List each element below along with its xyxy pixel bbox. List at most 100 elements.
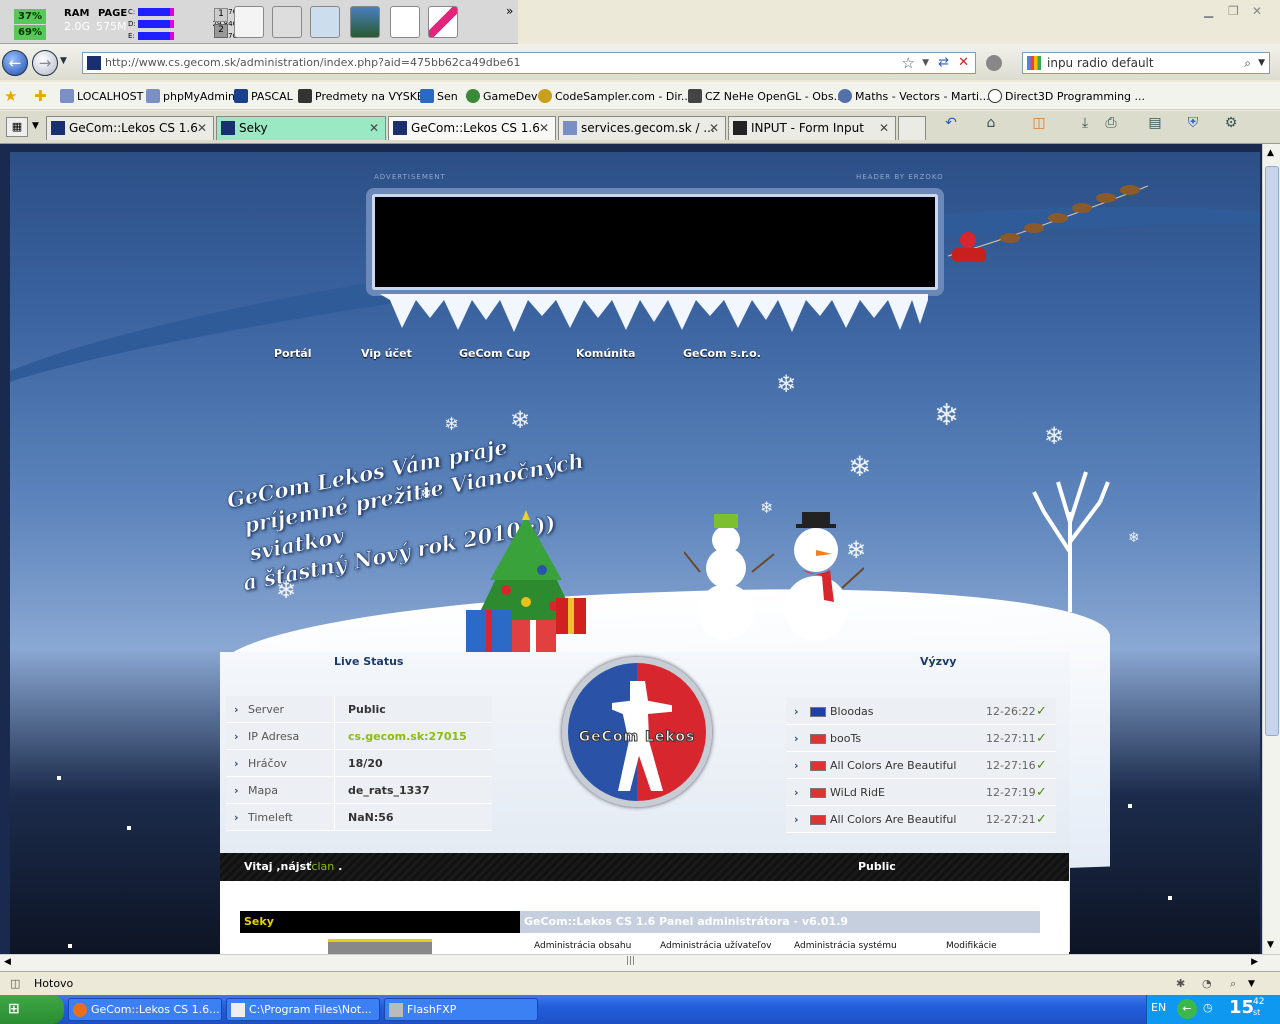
pen-icon[interactable] [428, 6, 458, 38]
tab-services[interactable]: services.gecom.sk / ... ✕ [558, 116, 726, 140]
taskbar-item-notepad[interactable]: C:\Program Files\Not... [226, 998, 380, 1021]
new-tab-button[interactable] [898, 116, 926, 140]
advertisement-label: ADVERTISEMENT [374, 173, 446, 181]
taskbar-item-flashfxp[interactable]: FlashFXP [384, 998, 538, 1021]
tab-input-form[interactable]: INPUT - Form Input ✕ [728, 116, 896, 140]
safety-icon[interactable]: ⛨ [1184, 115, 1202, 133]
status-value[interactable]: cs.gecom.sk:27015 [348, 723, 467, 750]
favorite-link[interactable]: Sen [420, 89, 458, 103]
search-icon[interactable]: ⌕ [1244, 53, 1251, 73]
scroll-up-icon[interactable]: ▲ [1267, 148, 1274, 158]
url-dropdown-icon[interactable]: ▼ [922, 53, 929, 73]
back-button[interactable]: ← [2, 50, 28, 76]
history-dropdown-icon[interactable]: ▼ [60, 56, 67, 66]
vertical-scrollbar[interactable]: ▲ ▼ [1262, 144, 1280, 954]
stop-icon[interactable]: ✕ [958, 53, 969, 73]
home-icon[interactable]: ⌂ [982, 115, 1000, 133]
calculator-icon[interactable] [390, 6, 420, 38]
challenge-row[interactable]: › booTs 12-27:11 ✓ [786, 725, 1056, 752]
quick-tabs-icon[interactable]: ▦ [6, 117, 28, 137]
compatibility-icon[interactable] [986, 55, 1002, 71]
zoom-dropdown-icon[interactable]: ▼ [1248, 972, 1255, 996]
scanner-icon[interactable] [310, 6, 340, 38]
address-bar[interactable]: http://www.cs.gecom.sk/administration/in… [82, 52, 976, 74]
refresh-icon[interactable]: ⇄ [938, 53, 949, 73]
camera-icon[interactable] [272, 6, 302, 38]
taskbar-item-firefox[interactable]: GeCom::Lekos CS 1.6... [68, 998, 222, 1021]
challenge-row[interactable]: › WiLd RidE 12-27:19 ✓ [786, 779, 1056, 806]
welcome-clan-link[interactable]: clan [311, 860, 334, 873]
undo-icon[interactable]: ↶ [942, 115, 960, 133]
desktop-wallpaper-icon[interactable] [350, 6, 380, 38]
favorite-link[interactable]: GameDev [466, 89, 538, 103]
nav-gecom-company[interactable]: GeCom s.r.o. [683, 347, 761, 360]
clock-hour[interactable]: 15 [1229, 997, 1254, 1018]
scroll-down-icon[interactable]: ▼ [1267, 940, 1274, 950]
favorite-link[interactable]: CodeSampler.com - Dir... [538, 89, 691, 103]
minimize-icon[interactable]: ▁ [1204, 4, 1213, 18]
nav-gecom-cup[interactable]: GeCom Cup [459, 347, 530, 360]
nav-portal[interactable]: Portál [274, 347, 312, 360]
favorite-link[interactable]: Maths - Vectors - Marti... [838, 89, 990, 103]
feeds-icon[interactable]: ◫ [1030, 115, 1048, 133]
favorite-link[interactable]: Direct3D Programming ... [988, 89, 1145, 103]
page-icon[interactable]: ▤ [1146, 115, 1164, 133]
nav-community[interactable]: Komúnita [576, 347, 635, 360]
print-icon[interactable]: ⎙ [1102, 115, 1120, 133]
horizontal-scrollbar[interactable]: ◀ ||| ▶ [0, 954, 1280, 971]
tab-gecom-2[interactable]: GeCom::Lekos CS 1.6 ✕ [388, 116, 556, 140]
nav-vip-account[interactable]: Vip účet [361, 347, 412, 360]
favorite-link[interactable]: CZ NeHe OpenGL - Obs... [688, 89, 844, 103]
tray-back-icon[interactable]: ← [1177, 999, 1197, 1019]
tools-gear-icon[interactable]: ⚙ [1222, 115, 1240, 133]
search-input[interactable]: inpu radio default ⌕ ▼ [1022, 52, 1270, 74]
admin-menu-mods[interactable]: Modifikácie [946, 941, 997, 951]
add-favorite-icon[interactable]: ✚ [34, 87, 47, 105]
close-icon[interactable]: ✕ [1252, 4, 1262, 18]
search-dropdown-icon[interactable]: ▼ [1258, 53, 1265, 73]
admin-menu-system[interactable]: Administrácia systému [794, 941, 897, 951]
restore-icon[interactable]: ❐ [1228, 4, 1239, 18]
scroll-grip-icon[interactable]: ||| [626, 956, 635, 966]
tab-close-icon[interactable]: ✕ [709, 117, 719, 139]
challenge-row[interactable]: › All Colors Are Beautiful 12-27:16 ✓ [786, 752, 1056, 779]
language-indicator[interactable]: EN [1151, 1001, 1166, 1014]
tab-close-icon[interactable]: ✕ [539, 117, 549, 139]
addons-icon[interactable]: ✱ [1176, 972, 1185, 996]
star-icon[interactable]: ☆ [902, 53, 915, 73]
challenge-row[interactable]: › Bloodas 12-26:22 ✓ [786, 698, 1056, 725]
favorites-star-icon[interactable]: ★ [4, 87, 17, 105]
zoom-icon[interactable]: ⌕ [1230, 972, 1236, 996]
clock-day: st [1253, 1008, 1261, 1017]
challenge-row[interactable]: › All Colors Are Beautiful 12-27:21 ✓ [786, 806, 1056, 833]
favorite-link[interactable]: PASCAL [234, 89, 293, 103]
admin-menu-users[interactable]: Administrácia užívateľov [660, 941, 772, 951]
tab-close-icon[interactable]: ✕ [369, 117, 379, 139]
favorite-link[interactable]: LOCALHOST [60, 89, 143, 103]
favorite-link[interactable]: phpMyAdmin [146, 89, 235, 103]
tab-close-icon[interactable]: ✕ [879, 117, 889, 139]
favorite-link[interactable]: Predmety na VYSKE [298, 89, 424, 103]
monitor-more-button[interactable]: » [506, 4, 513, 18]
tray-clock-icon[interactable]: ◷ [1203, 1001, 1213, 1014]
start-button[interactable]: ⊞ [0, 995, 64, 1024]
challenge-time: 12-27:16 [986, 759, 1036, 772]
desktop-2-button[interactable]: 2 [214, 24, 228, 38]
scroll-thumb[interactable] [1265, 166, 1279, 736]
desktop-1-button[interactable]: 1 [214, 8, 228, 22]
download-icon[interactable]: ⤓ [1076, 115, 1094, 133]
scroll-right-icon[interactable]: ▶ [1251, 957, 1258, 967]
scroll-left-icon[interactable]: ◀ [4, 957, 11, 967]
forward-button[interactable]: → [32, 50, 58, 76]
advertisement-banner[interactable] [366, 188, 944, 296]
tab-gecom-1[interactable]: GeCom::Lekos CS 1.6 ✕ [46, 116, 214, 140]
tab-list-dropdown-icon[interactable]: ▼ [32, 121, 39, 131]
tab-close-icon[interactable]: ✕ [197, 117, 207, 139]
chevron-right-icon: › [234, 757, 239, 770]
monitor-app-icon[interactable] [234, 6, 264, 38]
tab-seky[interactable]: Seky ✕ [216, 116, 386, 140]
security-zone-icon[interactable]: ◔ [1202, 972, 1212, 996]
admin-menu-content[interactable]: Administrácia obsahu [534, 941, 631, 951]
search-provider-icon[interactable] [1027, 56, 1041, 70]
favorite-label: CodeSampler.com - Dir... [555, 90, 692, 103]
